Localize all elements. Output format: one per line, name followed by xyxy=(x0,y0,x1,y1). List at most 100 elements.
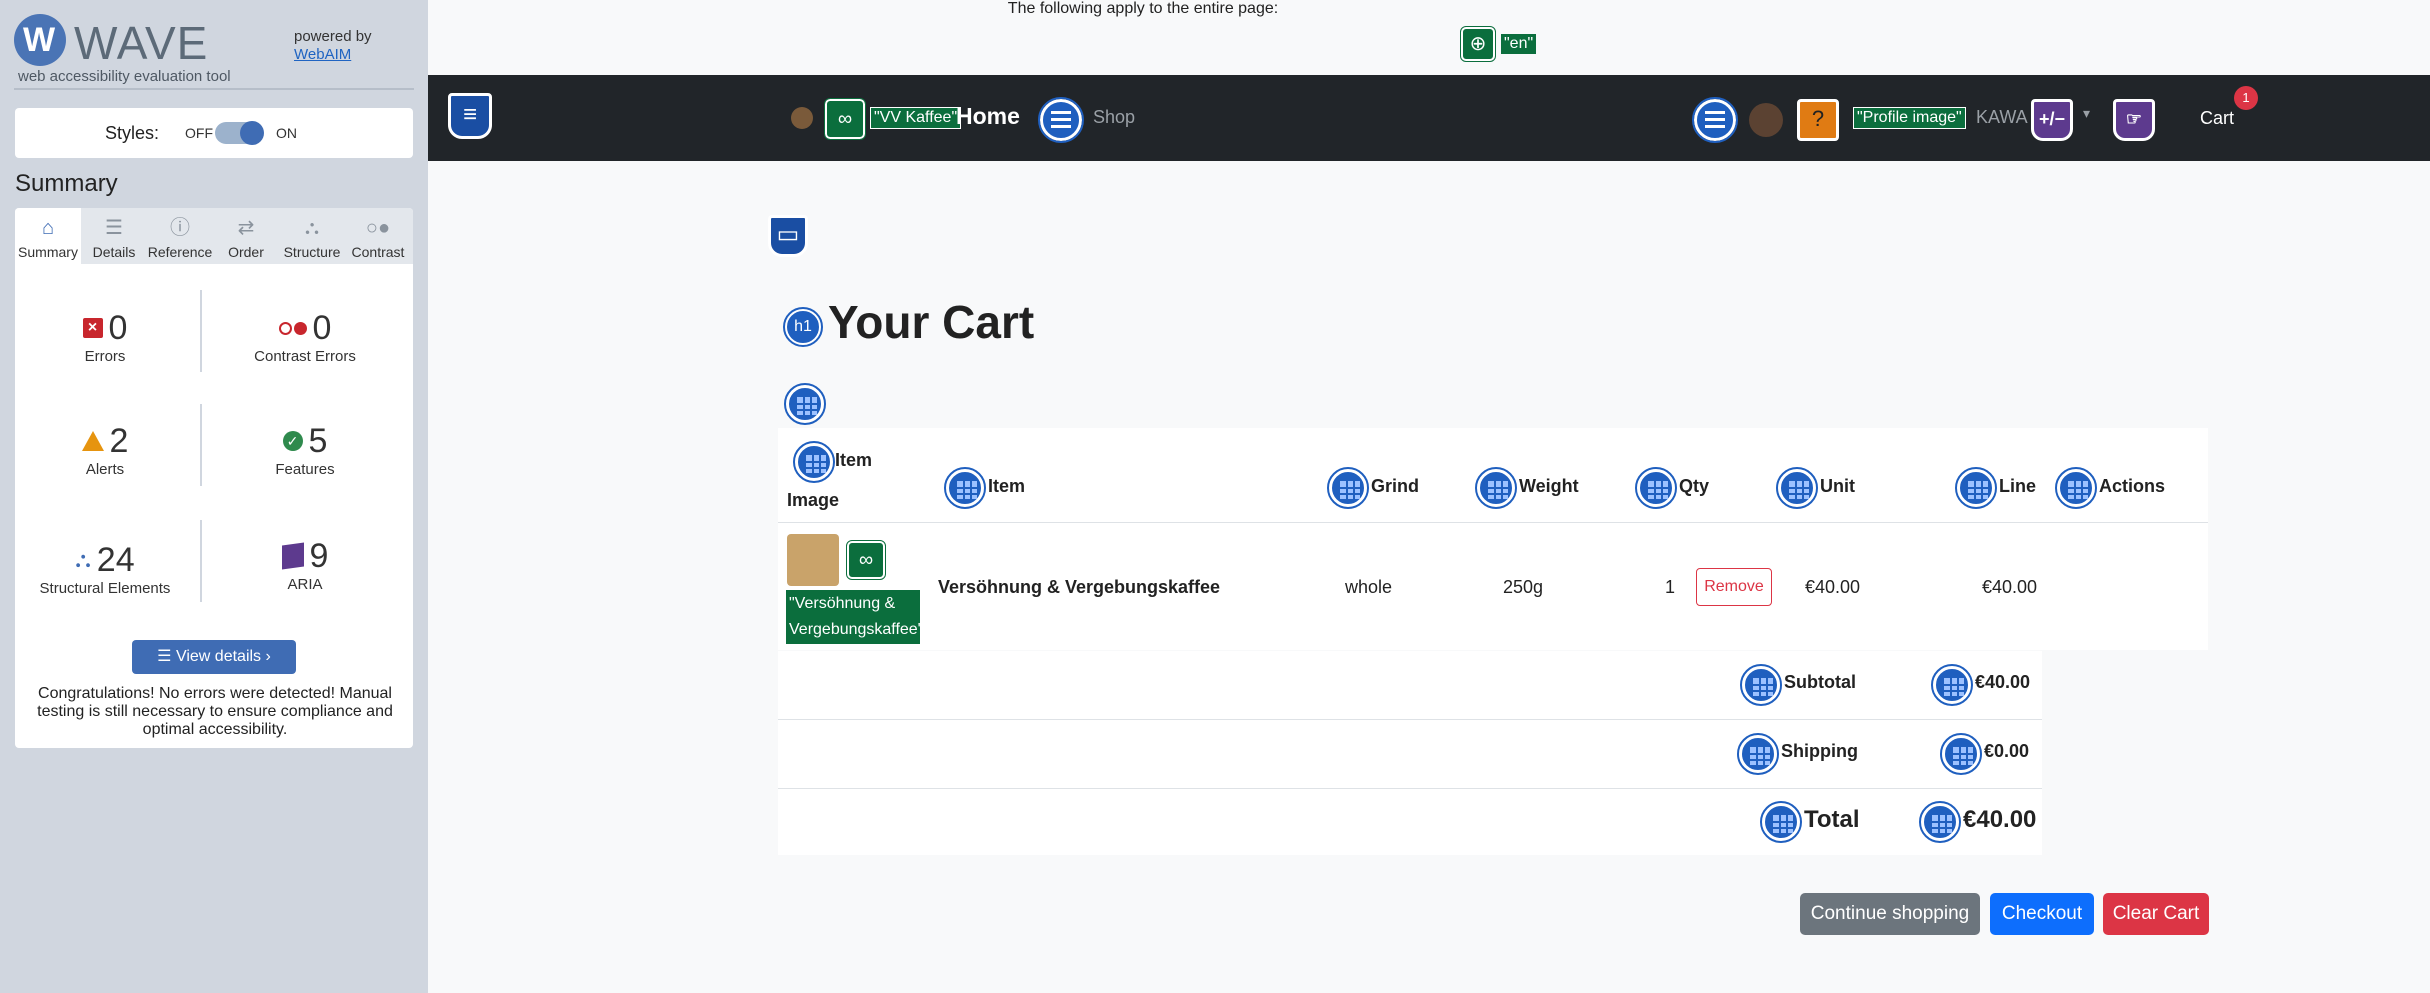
table-cell-icon xyxy=(1919,801,1961,843)
powered-by-label: powered by xyxy=(294,28,372,45)
toggle-knob xyxy=(240,121,264,145)
table-header-icon xyxy=(1955,467,1997,509)
wave-logo-icon: W xyxy=(14,14,66,66)
list-icon[interactable] xyxy=(1692,97,1738,143)
powered-by: powered by WebAIM xyxy=(294,28,372,64)
table-header-icon xyxy=(944,467,986,509)
structural-count: 24 xyxy=(96,540,135,579)
clear-cart-button[interactable]: Clear Cart xyxy=(2103,893,2209,935)
tab-label: Order xyxy=(228,244,264,260)
aria-hand-icon[interactable]: ☞ xyxy=(2113,99,2155,141)
continue-shopping-button[interactable]: Continue shopping xyxy=(1800,893,1980,935)
aria-plus-minus-icon[interactable]: +/− xyxy=(2031,99,2073,141)
view-details-button[interactable]: ☰ View details › xyxy=(132,640,296,674)
total-label: Total xyxy=(1804,806,1860,833)
wave-sidebar: W WAVE web accessibility evaluation tool… xyxy=(0,0,428,993)
list-icon: ☰ xyxy=(105,217,123,239)
features-label: Features xyxy=(275,461,335,478)
wave-brand: WAVE xyxy=(74,17,209,69)
styles-off-label: OFF xyxy=(185,125,213,141)
tab-label: Details xyxy=(92,244,136,260)
nav-user[interactable]: KAWA xyxy=(1976,107,2028,128)
feature-check-icon: ✓ xyxy=(282,431,303,451)
stat-features[interactable]: ✓ 5 Features xyxy=(215,421,395,479)
globe-icon[interactable]: ⊕ xyxy=(1460,26,1496,62)
structure-icon: ⛬ xyxy=(305,217,319,239)
document-icon[interactable]: ▭ xyxy=(768,215,808,257)
table-icon[interactable] xyxy=(784,383,826,425)
table-header-icon xyxy=(793,441,835,483)
nav-shop[interactable]: Shop xyxy=(1093,107,1135,128)
styles-toggle[interactable] xyxy=(215,121,264,145)
structural-label: Structural Elements xyxy=(39,580,171,597)
header-unit: Unit xyxy=(1820,476,1855,496)
checkout-button[interactable]: Checkout xyxy=(1990,893,2094,935)
profile-avatar[interactable] xyxy=(1749,103,1783,137)
home-icon: ⌂ xyxy=(41,217,55,239)
list-icon[interactable] xyxy=(1038,97,1084,143)
alert-question-icon[interactable]: ? xyxy=(1797,99,1839,141)
stat-errors[interactable]: × 0 Errors xyxy=(15,308,195,365)
shipping-label: Shipping xyxy=(1781,741,1858,761)
total-value: €40.00 xyxy=(1963,806,2037,833)
cart-table xyxy=(778,428,2208,650)
info-icon: ⓘ xyxy=(170,217,190,239)
tab-reference[interactable]: ⓘ Reference xyxy=(147,208,213,264)
header-item-image-1: Item xyxy=(835,450,873,470)
aria-icon xyxy=(281,542,304,570)
aria-label: ARIA xyxy=(287,576,323,593)
wave-tabs: ⌂ Summary ☰ Details ⓘ Reference ⇄ Order … xyxy=(15,208,413,264)
tab-label: Contrast xyxy=(351,244,405,260)
remove-button[interactable]: Remove xyxy=(1696,568,1772,606)
divider xyxy=(778,719,2042,720)
link-icon[interactable]: ∞ xyxy=(824,98,866,140)
nav-cart[interactable]: Cart xyxy=(2200,108,2234,129)
stat-aria[interactable]: 9 ARIA xyxy=(215,537,395,593)
header-line: Line xyxy=(1999,476,2037,496)
error-icon: × xyxy=(82,318,103,338)
tab-structure[interactable]: ⛬ Structure xyxy=(279,208,345,264)
link-icon[interactable]: ∞ xyxy=(846,540,886,580)
product-name: Versöhnung & Vergebungskaffee xyxy=(938,577,1221,597)
contrast-error-icon xyxy=(278,321,307,335)
errors-label: Errors xyxy=(84,348,126,365)
view-details-label: View details › xyxy=(175,648,271,665)
cart-count-badge: 1 xyxy=(2234,86,2258,110)
summary-panel: ⌂ Summary ☰ Details ⓘ Reference ⇄ Order … xyxy=(15,208,413,748)
contrast-errors-count: 0 xyxy=(312,308,332,347)
document-icon[interactable]: ≡ xyxy=(448,93,492,139)
product-unit-price: €40.00 xyxy=(1805,577,1861,597)
tab-summary[interactable]: ⌂ Summary xyxy=(15,208,81,264)
tab-details[interactable]: ☰ Details xyxy=(81,208,147,264)
divider xyxy=(200,404,202,486)
alerts-label: Alerts xyxy=(85,461,125,478)
lang-code: "en" xyxy=(1501,34,1537,54)
header-item-image-2: Image xyxy=(787,490,840,510)
summary-title: Summary xyxy=(15,170,118,197)
errors-count: 0 xyxy=(108,308,128,347)
product-image xyxy=(787,534,839,586)
contrast-errors-label: Contrast Errors xyxy=(254,348,356,365)
dropdown-caret-icon[interactable]: ▾ xyxy=(2083,105,2090,122)
webaim-link[interactable]: WebAIM xyxy=(294,46,351,63)
wave-header: W WAVE web accessibility evaluation tool… xyxy=(14,12,414,90)
stat-contrast-errors[interactable]: 0 Contrast Errors xyxy=(215,308,395,366)
lang-indicator: ⊕ "en" xyxy=(1460,26,1537,62)
tab-label: Summary xyxy=(18,244,78,260)
table-header-icon xyxy=(1327,467,1369,509)
nav-home[interactable]: Home xyxy=(956,103,1020,130)
styles-toggle-box: Styles: OFF ON xyxy=(15,108,413,158)
product-qty: 1 xyxy=(1665,577,1676,597)
stat-structural[interactable]: ⛬ 24 Structural Elements xyxy=(15,540,195,598)
tab-order[interactable]: ⇄ Order xyxy=(213,208,279,264)
brand-logo-icon xyxy=(791,107,813,129)
stat-alerts[interactable]: 2 Alerts xyxy=(15,422,195,478)
features-count: 5 xyxy=(308,421,328,460)
product-line-total: €40.00 xyxy=(1982,577,2038,597)
table-header-icon xyxy=(1760,801,1802,843)
product-alt-text: "Versöhnung & Vergebungskaffee" xyxy=(786,590,923,644)
table-header-icon xyxy=(1635,467,1677,509)
product-grind: whole xyxy=(1345,577,1393,597)
page-title: Your Cart xyxy=(828,296,1035,348)
tab-contrast[interactable]: ○● Contrast xyxy=(345,208,411,264)
